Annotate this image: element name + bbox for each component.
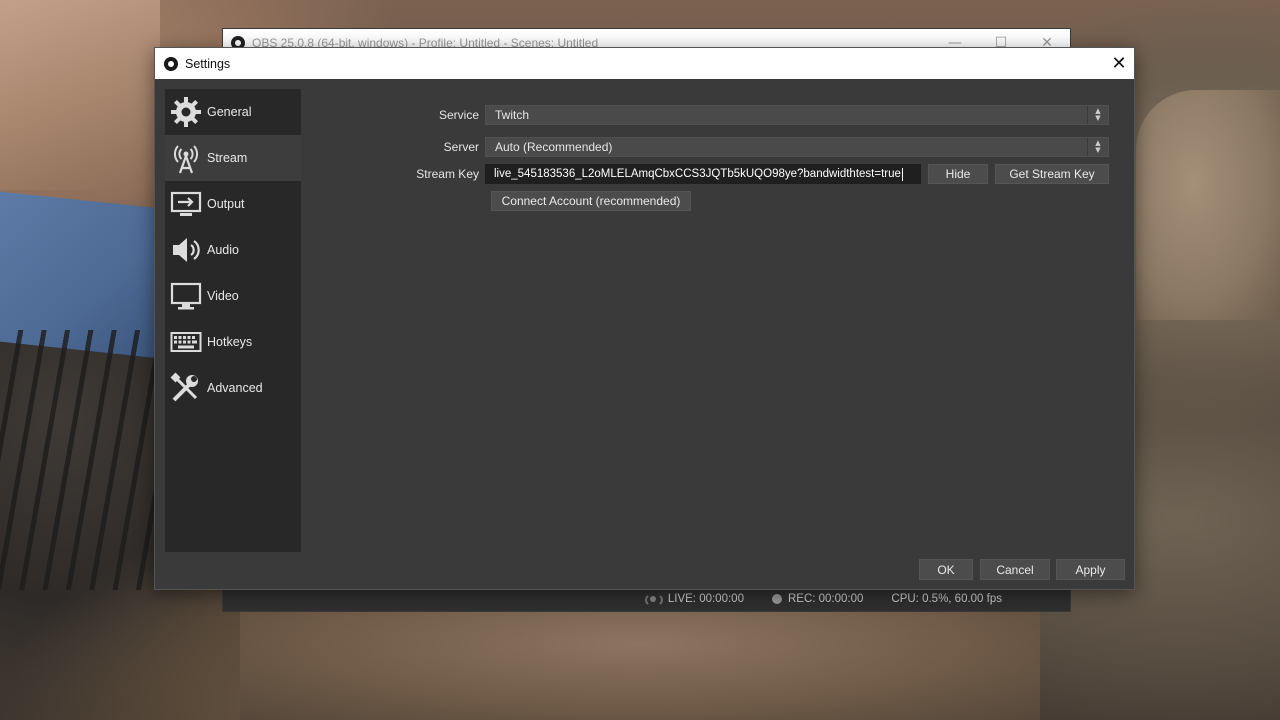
obs-logo-icon — [164, 56, 178, 71]
rec-time: REC: 00:00:00 — [787, 593, 864, 605]
output-monitor-icon — [169, 187, 203, 221]
background-animal — [1136, 90, 1280, 320]
combo-arrows-icon: ▲ ▼ — [1087, 106, 1108, 124]
connect-row: Connect Account (recommended) — [491, 191, 691, 211]
service-value: Twitch — [495, 108, 530, 122]
stream-key-input[interactable]: live_545183536_L2oMLELAmqCbxCCS3JQTb5kUQ… — [485, 164, 921, 184]
hide-button[interactable]: Hide — [928, 164, 988, 184]
background-rock — [0, 0, 160, 190]
cpu-fps: CPU: 0.5%, 60.00 fps — [891, 593, 1002, 605]
sidebar-item-label: Video — [207, 289, 239, 303]
settings-titlebar[interactable]: Settings ✕ — [155, 48, 1134, 79]
sidebar-item-video[interactable]: Video — [165, 273, 301, 319]
apply-button[interactable]: Apply — [1056, 559, 1125, 580]
server-row: Server Auto (Recommended) ▲ ▼ — [301, 137, 1109, 157]
sidebar-item-advanced[interactable]: Advanced — [165, 365, 301, 411]
sidebar-item-audio[interactable]: Audio — [165, 227, 301, 273]
close-icon[interactable]: ✕ — [1104, 53, 1134, 74]
sidebar-item-label: Advanced — [207, 381, 263, 395]
stream-key-row: Stream Key live_545183536_L2oMLELAmqCbxC… — [301, 164, 1109, 184]
service-label: Service — [438, 108, 479, 122]
cpu-status: CPU: 0.5%, 60.00 fps — [891, 593, 1002, 605]
settings-dialog: Settings ✕ General Stream Output Audio V… — [154, 47, 1135, 590]
stream-key-value: live_545183536_L2oMLELAmqCbxCCS3JQTb5kUQ… — [494, 168, 901, 180]
stream-key-label: Stream Key — [416, 167, 479, 181]
live-broadcast-icon — [644, 593, 663, 607]
settings-title: Settings — [185, 56, 231, 71]
tools-icon — [169, 371, 203, 405]
connect-account-button[interactable]: Connect Account (recommended) — [491, 191, 691, 211]
live-time: LIVE: 00:00:00 — [667, 593, 744, 605]
gear-icon — [169, 95, 203, 129]
sidebar-item-label: Hotkeys — [207, 335, 253, 349]
service-select[interactable]: Twitch ▲ ▼ — [485, 105, 1109, 125]
background-animal-bottom — [240, 612, 1040, 720]
cancel-button[interactable]: Cancel — [980, 559, 1050, 580]
sidebar-item-label: Audio — [207, 243, 239, 257]
settings-sidebar: General Stream Output Audio Video Hotkey… — [165, 89, 301, 552]
sidebar-item-label: Stream — [207, 151, 248, 165]
record-dot-icon — [771, 594, 782, 604]
rec-status: REC: 00:00:00 — [771, 593, 864, 605]
get-stream-key-button[interactable]: Get Stream Key — [995, 164, 1109, 184]
sidebar-item-stream[interactable]: Stream — [165, 135, 301, 181]
server-select[interactable]: Auto (Recommended) ▲ ▼ — [485, 137, 1109, 157]
keyboard-icon — [169, 325, 203, 359]
ok-button[interactable]: OK — [919, 559, 973, 580]
sidebar-item-general[interactable]: General — [165, 89, 301, 135]
speaker-icon — [169, 233, 203, 267]
stream-settings-panel: Service Twitch ▲ ▼ Server Auto (Recommend… — [301, 79, 1134, 589]
server-value: Auto (Recommended) — [495, 140, 613, 154]
status-bar: LIVE: 00:00:00 REC: 00:00:00 CPU: 0.5%, … — [223, 587, 1070, 611]
sidebar-item-label: General — [207, 105, 252, 119]
sidebar-item-label: Output — [207, 197, 245, 211]
service-row: Service Twitch ▲ ▼ — [301, 105, 1109, 125]
combo-arrows-icon: ▲ ▼ — [1087, 138, 1108, 156]
text-caret — [901, 167, 903, 181]
server-label: Server — [443, 140, 479, 154]
monitor-icon — [169, 279, 203, 313]
sidebar-item-hotkeys[interactable]: Hotkeys — [165, 319, 301, 365]
sidebar-item-output[interactable]: Output — [165, 181, 301, 227]
broadcast-antenna-icon — [169, 141, 203, 175]
live-status: LIVE: 00:00:00 — [644, 593, 744, 607]
background-fence — [0, 330, 160, 590]
